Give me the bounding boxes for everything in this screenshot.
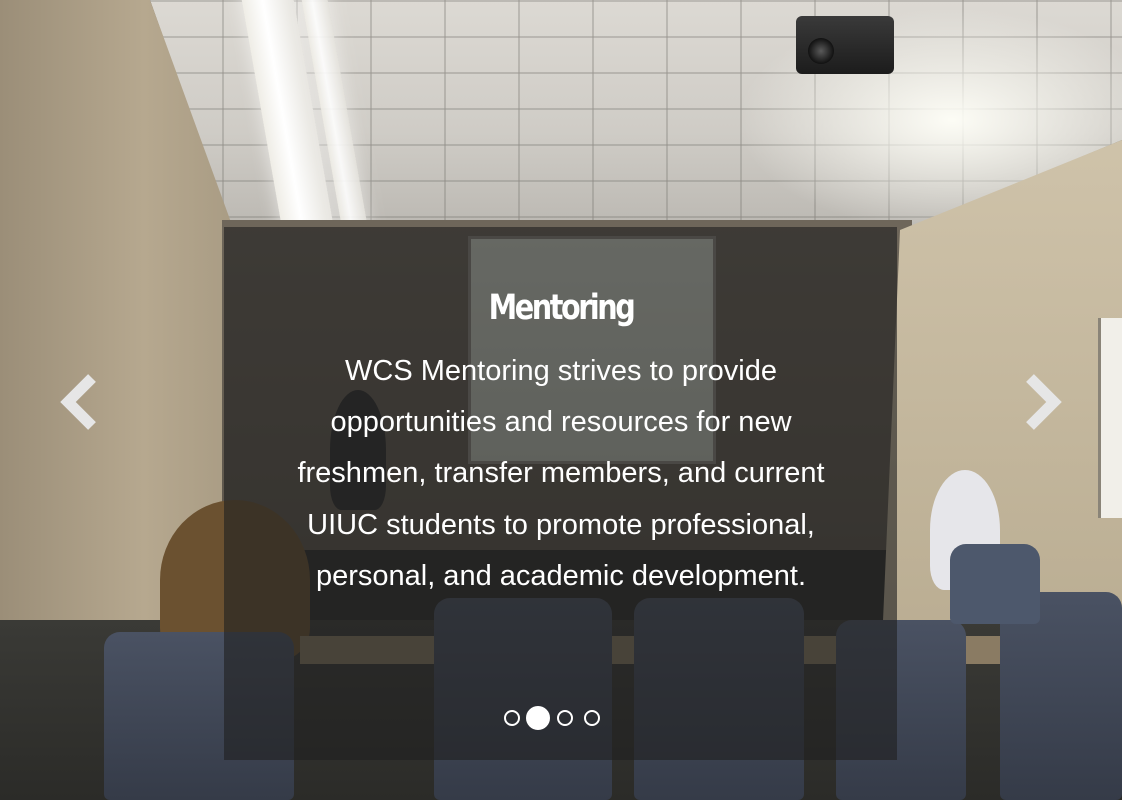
slide-indicator-3[interactable] [557,710,573,726]
chevron-left-icon [60,374,96,430]
whiteboard [1098,318,1122,518]
slide-indicator-1[interactable] [504,710,520,726]
image-carousel: Mentoring WCS Mentoring strives to provi… [0,0,1122,800]
chevron-right-icon [1026,374,1062,430]
projector-lens [808,38,834,64]
slide-indicator-4[interactable] [584,710,600,726]
slide-title: Mentoring [488,288,636,328]
chair [950,544,1040,624]
next-slide-button[interactable] [1020,372,1064,432]
slide-indicator-2[interactable] [526,706,550,730]
slide-description: WCS Mentoring strives to provide opportu… [297,355,825,592]
slide-indicators [504,706,611,730]
previous-slide-button[interactable] [58,372,102,432]
